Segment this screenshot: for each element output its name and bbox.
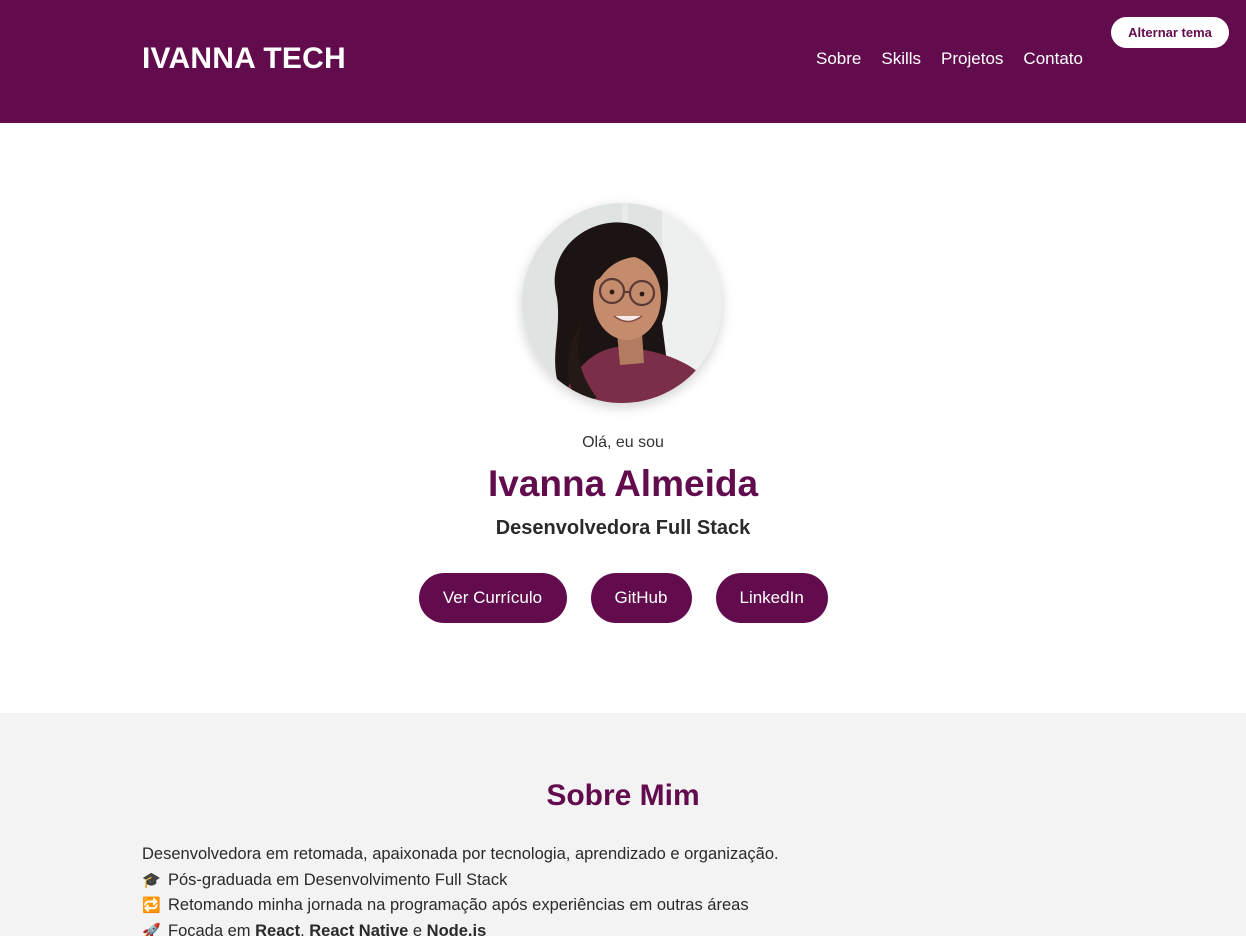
about-item: 🔁 Retomando minha jornada na programação…: [142, 893, 779, 919]
graduation-cap-icon: 🎓: [142, 870, 161, 889]
nav-link-projetos[interactable]: Projetos: [941, 49, 1003, 69]
tech-react: React: [255, 921, 301, 936]
repeat-icon: 🔁: [142, 896, 161, 914]
hero-actions: Ver Currículo GitHub LinkedIn: [0, 573, 1246, 623]
profile-photo-illustration: [522, 203, 722, 403]
hero-name: Ivanna Almeida: [487, 463, 759, 504]
about-item-text: Pós-graduada em Desenvolvimento Full Sta…: [168, 870, 508, 889]
site-header: IVANNA TECH Sobre Skills Projetos Contat…: [0, 0, 1246, 123]
hero-section: Olá, eu sou Ivanna Almeida Desenvolvedor…: [0, 123, 1246, 713]
about-item: 🚀 Focada em React, React Native e Node.j…: [142, 919, 779, 936]
view-resume-button[interactable]: Ver Currículo: [418, 573, 567, 623]
tech-nodejs: Node.js: [426, 921, 487, 936]
nav-link-sobre[interactable]: Sobre: [816, 49, 861, 69]
about-item-text: Retomando minha jornada na programação a…: [168, 896, 749, 914]
about-title: Sobre Mim: [546, 779, 700, 812]
toggle-theme-button[interactable]: Alternar tema: [1111, 17, 1229, 48]
hero-greeting: Olá, eu sou: [582, 434, 664, 451]
github-button[interactable]: GitHub: [590, 573, 692, 623]
about-section: Sobre Mim Desenvolvedora em retomada, ap…: [0, 713, 1246, 936]
main-nav: Sobre Skills Projetos Contato: [816, 49, 1083, 69]
profile-photo: [522, 203, 722, 403]
hero-role: Desenvolvedora Full Stack: [495, 517, 751, 539]
about-item: 🎓 Pós-graduada em Desenvolvimento Full S…: [142, 868, 779, 894]
separator: ,: [300, 921, 310, 936]
nav-link-contato[interactable]: Contato: [1023, 49, 1083, 69]
about-intro: Desenvolvedora em retomada, apaixonada p…: [142, 845, 779, 863]
nav-link-skills[interactable]: Skills: [881, 49, 921, 69]
separator: e: [408, 921, 427, 936]
about-item-text: Focada em React, React Native e Node.js: [168, 919, 486, 936]
linkedin-button[interactable]: LinkedIn: [715, 573, 828, 623]
brand-logo[interactable]: IVANNA TECH: [142, 42, 346, 76]
tech-react-native: React Native: [309, 921, 409, 936]
rocket-icon: 🚀: [142, 921, 161, 936]
about-content: Desenvolvedora em retomada, apaixonada p…: [142, 842, 779, 936]
focus-prefix: Focada em: [168, 921, 256, 936]
